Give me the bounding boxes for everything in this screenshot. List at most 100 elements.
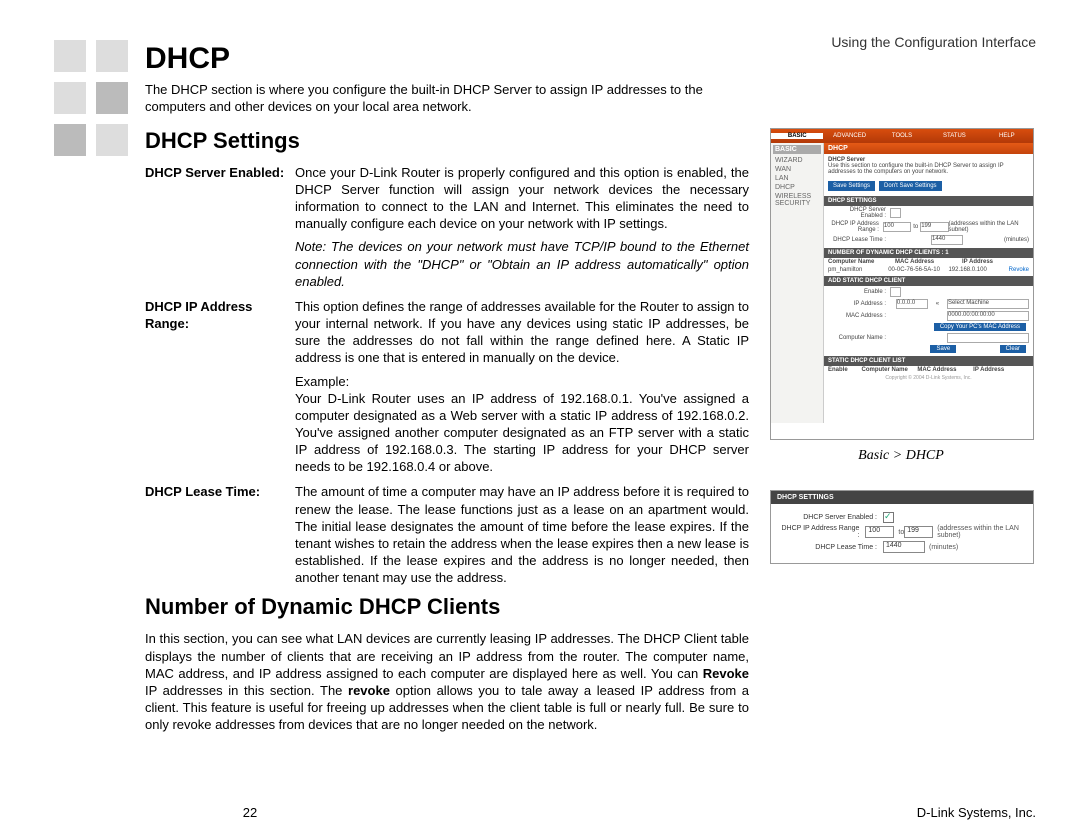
figure-caption: Basic > DHCP xyxy=(770,448,1032,464)
definition-text: Once your D-Link Router is properly conf… xyxy=(295,165,749,231)
definition-body: The amount of time a computer may have a… xyxy=(295,483,749,586)
copy-mac-button: Copy Your PC's MAC Address xyxy=(934,323,1026,331)
definition-lease-time: DHCP Lease Time: The amount of time a co… xyxy=(145,483,749,586)
checkbox-enabled-icon xyxy=(883,512,894,523)
figure-basic-dhcp-screenshot: BASIC ADVANCED TOOLS STATUS HELP BASIC W… xyxy=(770,128,1034,440)
definition-text: The amount of time a computer may have a… xyxy=(295,484,749,585)
sidebar: BASIC WIZARD WAN LAN DHCP WIRELESS SECUR… xyxy=(771,143,824,423)
sidebar-item: WAN xyxy=(773,165,821,174)
text: (addresses within the LAN subnet) xyxy=(949,221,1029,233)
label: DHCP IP Address Range : xyxy=(828,221,883,233)
tab-bar: BASIC ADVANCED TOOLS STATUS HELP xyxy=(771,129,1033,143)
col: Enable xyxy=(828,367,862,373)
bold-revoke-2: revoke xyxy=(348,683,390,698)
panel-title: DHCP xyxy=(824,143,1033,154)
label: Enable : xyxy=(828,289,890,295)
input: 100 xyxy=(883,222,911,232)
section-heading-settings: DHCP Settings xyxy=(145,128,749,154)
tab-basic: BASIC xyxy=(771,133,823,139)
tab-tools: TOOLS xyxy=(876,133,928,139)
section-bar: DHCP SETTINGS xyxy=(824,196,1033,206)
clear-button: Clear xyxy=(1000,345,1026,353)
tab-advanced: ADVANCED xyxy=(823,133,875,139)
input: 0000.00:00:00:00 xyxy=(947,311,1029,321)
col: MAC Address xyxy=(917,367,973,373)
panel: DHCP DHCP Server Use this section to con… xyxy=(824,143,1033,423)
definition-ip-range: DHCP IP Address Range: This option defin… xyxy=(145,298,749,476)
text: « xyxy=(934,301,941,307)
definition-body: This option defines the range of address… xyxy=(295,298,749,476)
select: Select Machine xyxy=(947,299,1029,309)
definition-note: Note: The devices on your network must h… xyxy=(295,238,749,289)
page-number: 22 xyxy=(0,805,500,820)
input-lease: 1440 xyxy=(883,541,925,553)
sidebar-item: WIRELESS SECURITY xyxy=(773,192,821,208)
section-bar: NUMBER OF DYNAMIC DHCP CLIENTS : 1 xyxy=(824,248,1033,258)
text: to xyxy=(894,529,904,536)
label: MAC Address : xyxy=(828,313,890,319)
input: 199 xyxy=(920,222,948,232)
sidebar-item: DHCP xyxy=(773,183,821,192)
copyright: Copyright © 2004 D-Link Systems, Inc. xyxy=(824,374,1033,382)
section-heading-clients: Number of Dynamic DHCP Clients xyxy=(145,594,749,620)
sidebar-head: BASIC xyxy=(773,145,821,154)
page-title: DHCP xyxy=(145,42,749,76)
section-bar: ADD STATIC DHCP CLIENT xyxy=(824,276,1033,286)
label: IP Address : xyxy=(828,301,890,307)
example-body: Your D-Link Router uses an IP address of… xyxy=(295,390,749,476)
text: (minutes) xyxy=(1004,237,1029,243)
col: IP Address xyxy=(973,367,1029,373)
label: DHCP Server Enabled : xyxy=(828,207,890,219)
input: 1440 xyxy=(931,235,963,245)
manual-page: Using the Configuration Interface DHCP T… xyxy=(0,0,1080,834)
footer-company: D-Link Systems, Inc. xyxy=(917,805,1036,820)
decorative-squares xyxy=(54,40,128,156)
revoke-link: Revoke xyxy=(1009,267,1029,273)
definition-body: Once your D-Link Router is properly conf… xyxy=(295,164,749,290)
definition-server-enabled: DHCP Server Enabled: Once your D-Link Ro… xyxy=(145,164,749,290)
label: DHCP Lease Time : xyxy=(779,544,883,551)
tab-help: HELP xyxy=(981,133,1033,139)
label: Computer Name : xyxy=(828,335,890,341)
sidebar-item: LAN xyxy=(773,174,821,183)
cell: 192.168.0.100 xyxy=(948,267,1008,273)
cancel-settings-button: Don't Save Settings xyxy=(879,181,942,191)
text: to xyxy=(911,224,920,230)
sidebar-item: WIZARD xyxy=(773,156,821,165)
col: Computer Name xyxy=(828,259,895,265)
cell: pm_hamilton xyxy=(828,267,888,273)
definition-text: This option defines the range of address… xyxy=(295,299,749,365)
save-settings-button: Save Settings xyxy=(828,181,875,191)
panel-subtitle: DHCP Server Use this section to configur… xyxy=(824,154,1033,178)
label: DHCP Lease Time : xyxy=(828,237,890,243)
checkbox xyxy=(890,287,901,297)
example-label: Example: xyxy=(295,373,749,390)
running-header: Using the Configuration Interface xyxy=(831,34,1036,50)
clients-paragraph: In this section, you can see what LAN de… xyxy=(145,630,749,733)
input-range-from: 100 xyxy=(865,526,894,538)
section-bar: DHCP SETTINGS xyxy=(771,491,1033,504)
bold-revoke: Revoke xyxy=(703,666,749,681)
intro-paragraph: The DHCP section is where you configure … xyxy=(145,82,749,116)
save-button: Save xyxy=(930,345,956,353)
label: DHCP Server Enabled : xyxy=(779,514,883,521)
definition-label: DHCP Lease Time: xyxy=(145,483,295,586)
definition-label: DHCP IP Address Range: xyxy=(145,298,295,476)
text: In this section, you can see what LAN de… xyxy=(145,631,749,680)
button-row: Save Settings Don't Save Settings xyxy=(824,178,1033,194)
text: IP addresses in this section. The xyxy=(145,683,348,698)
input-range-to: 199 xyxy=(904,526,933,538)
text: Use this section to configure the built-… xyxy=(828,163,1004,175)
input xyxy=(947,333,1029,343)
col: Computer Name xyxy=(862,367,918,373)
checkbox xyxy=(890,208,901,218)
text: (addresses within the LAN subnet) xyxy=(933,525,1025,539)
content-column: DHCP The DHCP section is where you confi… xyxy=(145,42,749,733)
figure-dhcp-settings-closeup: DHCP SETTINGS DHCP Server Enabled : DHCP… xyxy=(770,490,1034,564)
text: (minutes) xyxy=(925,544,958,551)
section-bar: STATIC DHCP CLIENT LIST xyxy=(824,356,1033,366)
tab-status: STATUS xyxy=(928,133,980,139)
input: 0.0.0.0 xyxy=(896,299,928,309)
definition-label: DHCP Server Enabled: xyxy=(145,164,295,290)
col: IP Address xyxy=(962,259,1029,265)
